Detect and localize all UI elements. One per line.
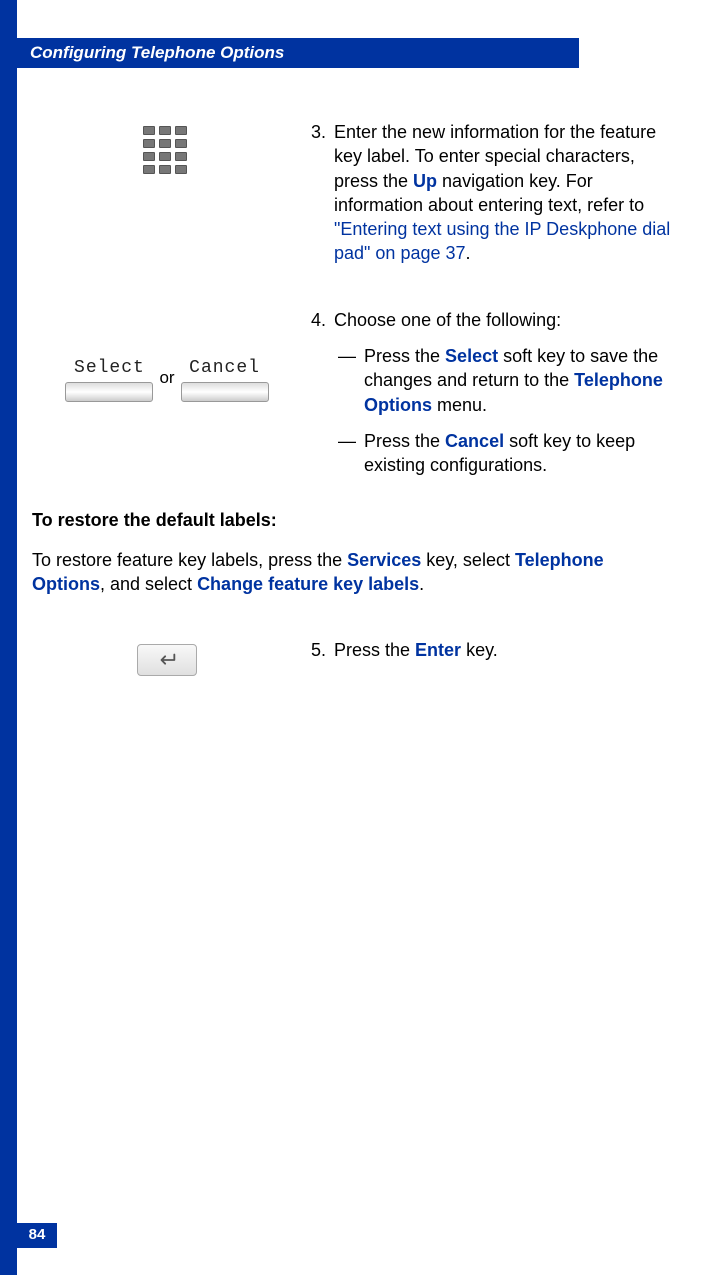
step-5-text: 5. Press the Enter key.	[302, 638, 679, 662]
step-5-number: 5.	[302, 638, 334, 662]
restore-prefix: To restore feature key labels, press the	[32, 550, 347, 570]
step-4-number: 4.	[302, 308, 334, 332]
enter-key-icon	[137, 644, 197, 676]
bullet1-prefix: Press the	[364, 346, 445, 366]
page-header: Configuring Telephone Options	[17, 38, 579, 68]
enter-key-ref: Enter	[415, 640, 461, 660]
cancel-key-ref: Cancel	[445, 431, 504, 451]
restore-mid1: key, select	[421, 550, 515, 570]
dash-icon: —	[334, 429, 364, 478]
bullet2-prefix: Press the	[364, 431, 445, 451]
step-4-bullet-1: — Press the Select soft key to save the …	[334, 344, 679, 417]
step-3-row: 3. Enter the new information for the fea…	[32, 120, 679, 266]
services-key-ref: Services	[347, 550, 421, 570]
page-header-title: Configuring Telephone Options	[30, 42, 284, 65]
cancel-softkey-label: Cancel	[189, 356, 260, 380]
change-feature-key-labels-ref: Change feature key labels	[197, 574, 419, 594]
restore-default-labels-heading: To restore the default labels:	[32, 508, 679, 532]
select-softkey: Select	[65, 356, 153, 402]
step-3-icon-column	[32, 120, 302, 174]
page-number-value: 84	[29, 1225, 46, 1245]
select-key-ref: Select	[445, 346, 498, 366]
step-5-suffix: key.	[461, 640, 498, 660]
select-softkey-label: Select	[74, 356, 145, 380]
step-4-row: Select or Cancel 4. Choose one of the fo…	[32, 308, 679, 478]
step-5-icon-column	[32, 638, 302, 676]
entering-text-link[interactable]: "Entering text using the IP Deskphone di…	[334, 219, 670, 263]
step-4-text: 4. Choose one of the following: — Press …	[302, 308, 679, 478]
step-3-number: 3.	[302, 120, 334, 266]
cancel-softkey-button-icon	[181, 382, 269, 402]
step-4-icon-column: Select or Cancel	[32, 308, 302, 402]
cancel-softkey: Cancel	[181, 356, 269, 402]
up-navigation-key: Up	[413, 171, 437, 191]
bullet1-suffix: menu.	[432, 395, 487, 415]
or-separator: or	[159, 367, 174, 390]
softkey-pair: Select or Cancel	[65, 356, 268, 402]
restore-mid2: , and select	[100, 574, 197, 594]
left-margin-stripe	[0, 0, 17, 1275]
restore-default-labels-paragraph: To restore feature key labels, press the…	[32, 548, 679, 597]
dialpad-icon	[143, 126, 191, 174]
step-5-row: 5. Press the Enter key.	[32, 638, 679, 676]
dash-icon: —	[334, 344, 364, 417]
step-3-text: 3. Enter the new information for the fea…	[302, 120, 679, 266]
select-softkey-button-icon	[65, 382, 153, 402]
page-content: 3. Enter the new information for the fea…	[32, 120, 679, 718]
page-number: 84	[17, 1223, 57, 1248]
restore-suffix: .	[419, 574, 424, 594]
step-4-intro: Choose one of the following:	[334, 308, 679, 332]
step-4-bullet-2: — Press the Cancel soft key to keep exis…	[334, 429, 679, 478]
step-3-suffix: .	[466, 243, 471, 263]
step-3-body: Enter the new information for the featur…	[334, 120, 679, 266]
step-5-prefix: Press the	[334, 640, 415, 660]
